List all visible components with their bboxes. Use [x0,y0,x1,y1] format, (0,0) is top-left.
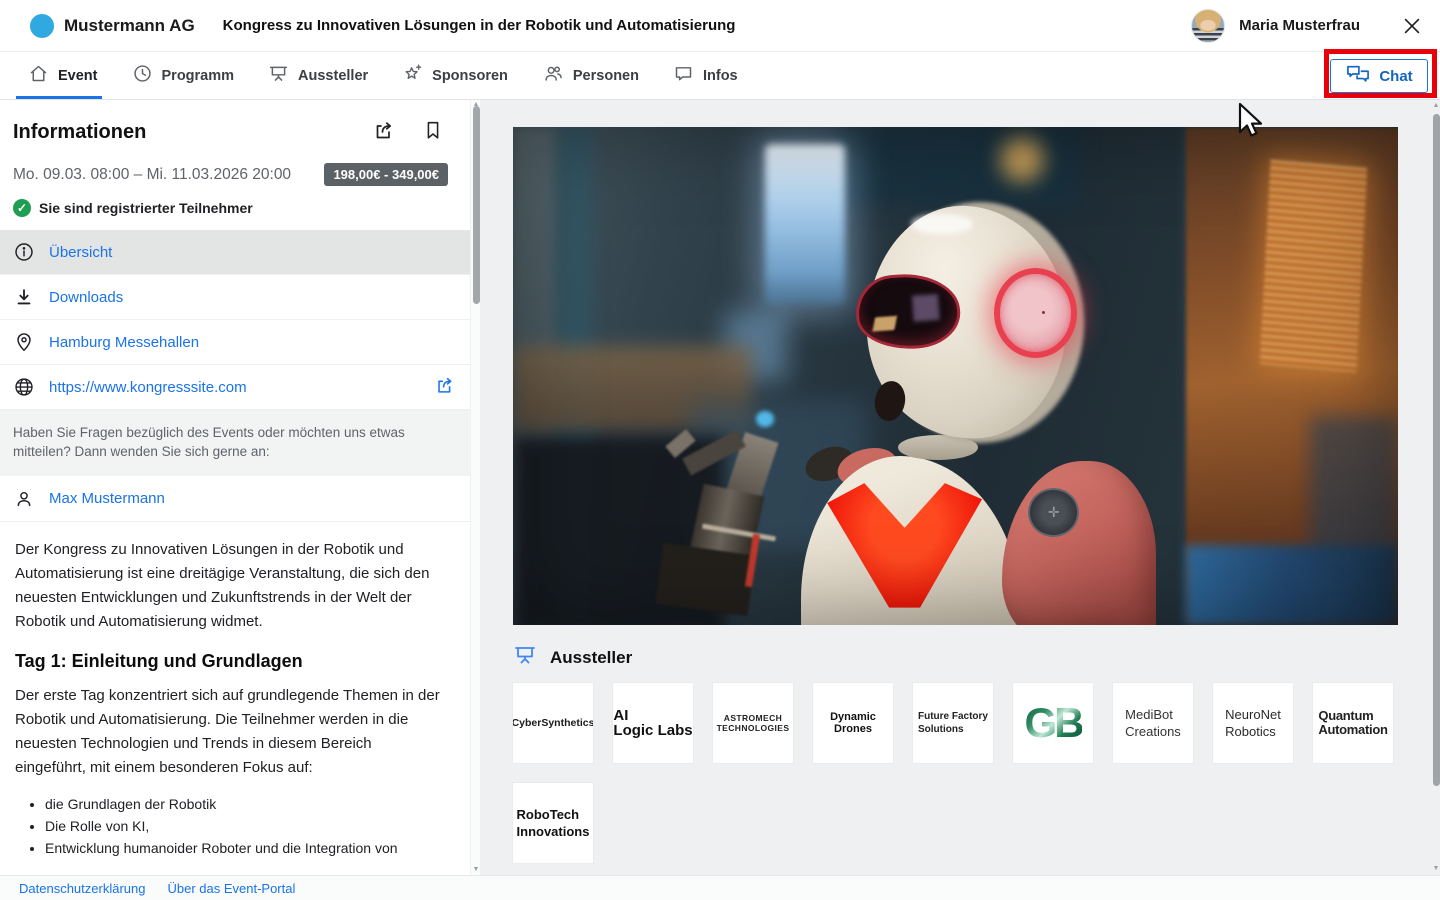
exhibitor-card-cybersynthetics[interactable]: CyberSynthetics [513,683,593,763]
event-date-range: Mo. 09.03. 08:00 – Mi. 11.03.2026 20:00 [13,166,291,184]
sidebar-scrollbar[interactable]: ▲ ▼ [470,100,480,875]
tab-label: Infos [703,68,738,84]
scroll-down-arrow[interactable]: ▼ [471,866,480,874]
tab-programm[interactable]: Programm [132,52,235,99]
speech-bubble-icon [673,63,694,88]
person-icon [13,488,35,510]
user-avatar[interactable] [1191,9,1225,43]
registered-note: Sie sind registrierter Teilnehmer [39,200,253,216]
globe-icon [13,376,35,398]
day1-heading: Tag 1: Einleitung und Grundlagen [0,634,470,672]
tab-label: Programm [162,68,235,84]
main-scrollbar[interactable]: ▲ ▼ [1432,100,1440,875]
tab-event[interactable]: Event [28,52,98,99]
chat-bubbles-icon [1345,63,1371,89]
day1-intro: Der erste Tag konzentriert sich auf grun… [0,672,470,780]
menu-item-label: Hamburg Messehallen [49,334,199,351]
close-icon[interactable] [1400,14,1424,38]
exhibitor-card-future-factory[interactable]: Future FactorySolutions [913,683,993,763]
sidebar-item-website[interactable]: https://www.kongresssite.com [0,365,470,410]
app-header: Mustermann AG Kongress zu Innovativen Lö… [0,0,1440,52]
chat-button[interactable]: Chat [1330,59,1428,93]
event-info-sidebar: Informationen Mo. 09.03. 08:00 – Mi. 11.… [0,100,480,875]
star-plus-icon [402,63,423,88]
exhibitor-card-dynamic-drones[interactable]: Dynamic Drones [813,683,893,763]
scroll-down-arrow[interactable]: ▼ [1432,865,1440,873]
menu-item-label: Übersicht [49,244,112,261]
contact-name: Max Mustermann [49,490,165,507]
exhibitor-logo-grid: CyberSynthetics AILogic Labs ASTROMECHTE… [513,683,1393,863]
price-badge: 198,00€ - 349,00€ [324,163,448,186]
contact-question: Haben Sie Fragen bezüglich des Events od… [0,410,470,476]
tab-infos[interactable]: Infos [673,52,738,99]
open-external-share-icon[interactable] [434,374,456,401]
exhibitor-card-neuronet[interactable]: NeuroNetRobotics [1213,683,1293,763]
day1-bullet-list: die Grundlagen der Robotik Die Rolle von… [45,793,445,859]
tab-label: Personen [573,68,639,84]
sidebar-menu: Übersicht Downloads Hamburg Messehallen … [0,230,470,410]
sidebar-item-contact-person[interactable]: Max Mustermann [0,476,470,522]
company-logo [30,14,54,38]
tab-label: Sponsoren [432,68,508,84]
presentation-icon [513,643,537,672]
bullet-item: Die Rolle von KI, [45,815,445,837]
tab-label: Aussteller [298,68,368,84]
app-footer: Datenschutzerklärung Über das Event-Port… [0,875,1440,900]
scroll-up-arrow[interactable]: ▲ [1432,102,1440,110]
privacy-link[interactable]: Datenschutzerklärung [19,881,145,896]
bookmark-icon[interactable] [422,118,444,147]
event-hero-image: ✛ [513,127,1398,625]
about-portal-link[interactable]: Über das Event-Portal [167,881,295,896]
sidebar-title: Informationen [13,121,146,144]
share-icon[interactable] [372,118,396,147]
tab-sponsoren[interactable]: Sponsoren [402,52,508,99]
bullet-item: Entwicklung humanoider Roboter und die I… [45,837,445,859]
menu-item-label: https://www.kongresssite.com [49,379,247,396]
event-description: Der Kongress zu Innovativen Lösungen in … [0,522,470,634]
exhibitor-card-medibot[interactable]: MediBotCreations [1113,683,1193,763]
info-icon [13,241,35,263]
check-icon: ✓ [13,199,31,217]
menu-item-label: Downloads [49,289,123,306]
exhibitor-card-ai-logic-labs[interactable]: AILogic Labs [613,683,693,763]
scrollbar-thumb[interactable] [1433,114,1440,786]
exhibitor-card-gb[interactable]: GB [1013,683,1093,763]
exhibitor-card-astromech[interactable]: ASTROMECHTECHNOLOGIES [713,683,793,763]
sidebar-item-uebersicht[interactable]: Übersicht [0,230,470,275]
exhibitor-card-robotech[interactable]: RoboTechInnovations [513,783,593,863]
download-icon [13,286,35,308]
tab-label: Event [58,68,98,84]
sidebar-item-downloads[interactable]: Downloads [0,275,470,320]
tab-aussteller[interactable]: Aussteller [268,52,368,99]
event-title: Kongress zu Innovativen Lösungen in der … [223,17,736,34]
main-nav: Event Programm Aussteller Sponsoren Pers… [0,52,1440,100]
chat-label: Chat [1379,68,1412,85]
company-name: Mustermann AG [64,16,195,36]
home-icon [28,63,49,88]
sidebar-item-location[interactable]: Hamburg Messehallen [0,320,470,365]
exhibitors-heading: Aussteller [550,648,632,668]
scrollbar-thumb[interactable] [473,106,480,304]
exhibitor-card-quantum[interactable]: QuantumAutomation [1313,683,1393,763]
bullet-item: die Grundlagen der Robotik [45,793,445,815]
event-main-panel: ✛ Aussteller CyberSynthetics AILogic Lab… [480,100,1440,875]
location-pin-icon [13,331,35,353]
people-icon [542,63,564,89]
tab-personen[interactable]: Personen [542,52,639,99]
clock-icon [132,63,153,88]
user-name: Maria Musterfrau [1239,17,1360,34]
event-portal-window: Mustermann AG Kongress zu Innovativen Lö… [0,0,1440,900]
presentation-icon [268,63,289,88]
